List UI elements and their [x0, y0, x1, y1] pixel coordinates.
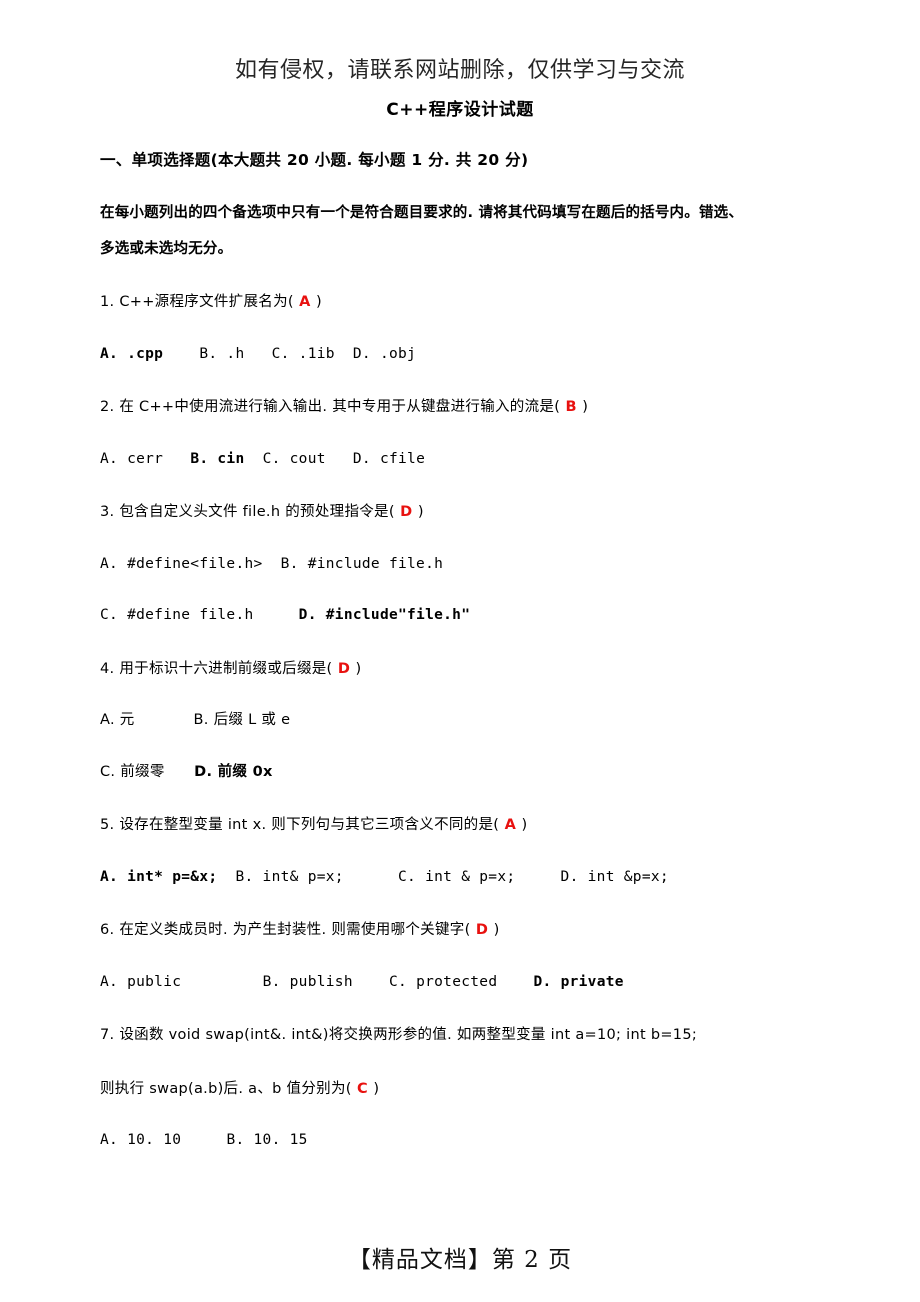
option-item[interactable]: D. int &p=x;	[561, 869, 669, 885]
question-stem-suffix: )	[316, 294, 323, 311]
question-stem: 6. 在定义类成员时. 为产生封装性. 则需使用哪个关键字( D )	[100, 913, 820, 949]
answer-mark: A	[499, 817, 522, 834]
option-item[interactable]: A. .cpp	[100, 346, 163, 362]
answer-mark: D	[394, 504, 418, 521]
question-stem: 1. C++源程序文件扩展名为( A )	[100, 285, 820, 321]
option-gap	[181, 1132, 226, 1148]
option-item[interactable]: B. 后缀 L 或 e	[194, 712, 291, 728]
option-gap	[344, 869, 398, 885]
question-stem: 5. 设存在整型变量 int x. 则下列句与其它三项含义不同的是( A )	[100, 808, 820, 844]
option-item[interactable]: C. .1ib	[272, 346, 335, 362]
option-item[interactable]: B. cin	[190, 451, 244, 467]
option-item[interactable]: C. int & p=x;	[398, 869, 515, 885]
question-block: 1. C++源程序文件扩展名为( A ) A. .cpp B. .h C. .1i…	[100, 285, 820, 372]
question-stem-suffix: )	[355, 660, 362, 677]
option-item[interactable]: D. cfile	[353, 451, 425, 467]
option-row: A. int* p=&x; B. int& p=x; C. int & p=x;…	[100, 860, 820, 896]
instructions: 在每小题列出的四个备选项中只有一个是符合题目要求的. 请将其代码填写在题后的括号…	[100, 196, 820, 267]
question-stem-suffix: )	[582, 399, 589, 416]
answer-mark: C	[351, 1080, 374, 1097]
option-gap	[135, 712, 194, 728]
question-stem-text: 3. 包含自定义头文件 file.h 的预处理指令是(	[100, 504, 395, 521]
option-row: A. 10. 10 B. 10. 15	[100, 1123, 820, 1159]
option-item[interactable]: A. cerr	[100, 451, 163, 467]
option-gap	[245, 451, 263, 467]
option-item[interactable]: B. int& p=x;	[235, 869, 343, 885]
instructions-line-1: 在每小题列出的四个备选项中只有一个是符合题目要求的. 请将其代码填写在题后的括号…	[100, 205, 744, 221]
page-title: C++程序设计试题	[386, 100, 534, 120]
question-stem-text: 7. 设函数 void swap(int&. int&)将交换两形参的值. 如两…	[100, 1027, 698, 1044]
option-gap	[254, 607, 299, 623]
option-item[interactable]: C. cout	[263, 451, 326, 467]
option-gap	[165, 764, 194, 780]
question-list: 1. C++源程序文件扩展名为( A ) A. .cpp B. .h C. .1i…	[100, 285, 820, 1159]
option-gap	[335, 346, 353, 362]
option-item[interactable]: C. 前缀零	[100, 764, 165, 780]
question-stem-text: 4. 用于标识十六进制前缀或后缀是(	[100, 660, 333, 677]
question-block: 7. 设函数 void swap(int&. int&)将交换两形参的值. 如两…	[100, 1018, 820, 1159]
option-gap	[326, 451, 353, 467]
question-stem-text: 2. 在 C++中使用流进行输入输出. 其中专用于从键盘进行输入的流是(	[100, 399, 561, 416]
answer-mark: A	[293, 294, 317, 311]
question-stem-suffix: )	[521, 817, 528, 834]
answer-mark: D	[332, 660, 356, 677]
option-item[interactable]: C. protected	[389, 974, 497, 990]
option-item[interactable]: B. #include file.h	[281, 556, 444, 572]
option-gap	[515, 869, 560, 885]
option-item[interactable]: A. int* p=&x;	[100, 869, 217, 885]
option-row: C. 前缀零 D. 前缀 0x	[100, 755, 820, 791]
question-stem-suffix: )	[493, 922, 500, 939]
option-item[interactable]: D. private	[533, 974, 623, 990]
option-row: A. #define<file.h> B. #include file.h	[100, 547, 820, 583]
option-gap	[245, 346, 272, 362]
option-item[interactable]: D. #include"file.h"	[299, 607, 471, 623]
option-item[interactable]: B. .h	[199, 346, 244, 362]
document-page: 如有侵权，请联系网站删除，仅供学习与交流 C++程序设计试题 一、单项选择题(本…	[0, 0, 920, 1302]
question-stem: 4. 用于标识十六进制前缀或后缀是( D )	[100, 652, 820, 688]
option-row: A. 元 B. 后缀 L 或 e	[100, 703, 820, 739]
question-stem-text: 6. 在定义类成员时. 为产生封装性. 则需使用哪个关键字(	[100, 922, 471, 939]
question-stem-suffix: )	[373, 1080, 380, 1097]
page-footer: 【精品文档】第 2 页	[347, 1247, 573, 1273]
question-block: 2. 在 C++中使用流进行输入输出. 其中专用于从键盘进行输入的流是( B )…	[100, 390, 820, 477]
option-gap	[217, 869, 235, 885]
question-stem-continued: 则执行 swap(a.b)后. a、b 值分别为( C )	[100, 1072, 820, 1108]
option-gap	[163, 451, 190, 467]
question-stem-text: 5. 设存在整型变量 int x. 则下列句与其它三项含义不同的是(	[100, 817, 500, 834]
question-stem-suffix: )	[417, 504, 424, 521]
question-stem-text: 1. C++源程序文件扩展名为(	[100, 294, 294, 311]
option-item[interactable]: B. publish	[263, 974, 353, 990]
option-item[interactable]: C. #define file.h	[100, 607, 254, 623]
question-stem: 3. 包含自定义头文件 file.h 的预处理指令是( D )	[100, 495, 820, 531]
option-item[interactable]: A. #define<file.h>	[100, 556, 263, 572]
option-row: A. .cpp B. .h C. .1ib D. .obj	[100, 337, 820, 373]
option-gap	[497, 974, 533, 990]
option-item[interactable]: A. 10. 10	[100, 1132, 181, 1148]
option-row: A. cerr B. cin C. cout D. cfile	[100, 442, 820, 478]
option-gap	[181, 974, 262, 990]
option-item[interactable]: A. 元	[100, 712, 135, 728]
instructions-line-2: 多选或未选均无分。	[100, 240, 233, 257]
question-block: 3. 包含自定义头文件 file.h 的预处理指令是( D ) A. #defin…	[100, 495, 820, 634]
question-block: 6. 在定义类成员时. 为产生封装性. 则需使用哪个关键字( D ) A. pub…	[100, 913, 820, 1000]
answer-mark: D	[470, 922, 494, 939]
section-heading: 一、单项选择题(本大题共 20 小题. 每小题 1 分. 共 20 分)	[100, 151, 529, 169]
question-stem-text: 则执行 swap(a.b)后. a、b 值分别为(	[100, 1080, 352, 1097]
option-row: A. public B. publish C. protected D. pri…	[100, 965, 820, 1001]
question-block: 4. 用于标识十六进制前缀或后缀是( D ) A. 元 B. 后缀 L 或 e C.…	[100, 652, 820, 791]
option-gap	[163, 346, 199, 362]
question-stem: 7. 设函数 void swap(int&. int&)将交换两形参的值. 如两…	[100, 1018, 820, 1054]
option-item[interactable]: B. 10. 15	[226, 1132, 307, 1148]
option-item[interactable]: D. 前缀 0x	[194, 764, 272, 780]
option-row: C. #define file.h D. #include"file.h"	[100, 598, 820, 634]
option-gap	[263, 556, 281, 572]
option-item[interactable]: D. .obj	[353, 346, 416, 362]
question-stem: 2. 在 C++中使用流进行输入输出. 其中专用于从键盘进行输入的流是( B )	[100, 390, 820, 426]
copyright-notice: 如有侵权，请联系网站删除，仅供学习与交流	[234, 58, 685, 83]
question-block: 5. 设存在整型变量 int x. 则下列句与其它三项含义不同的是( A ) A.…	[100, 808, 820, 895]
option-gap	[353, 974, 389, 990]
option-item[interactable]: A. public	[100, 974, 181, 990]
answer-mark: B	[560, 399, 583, 416]
